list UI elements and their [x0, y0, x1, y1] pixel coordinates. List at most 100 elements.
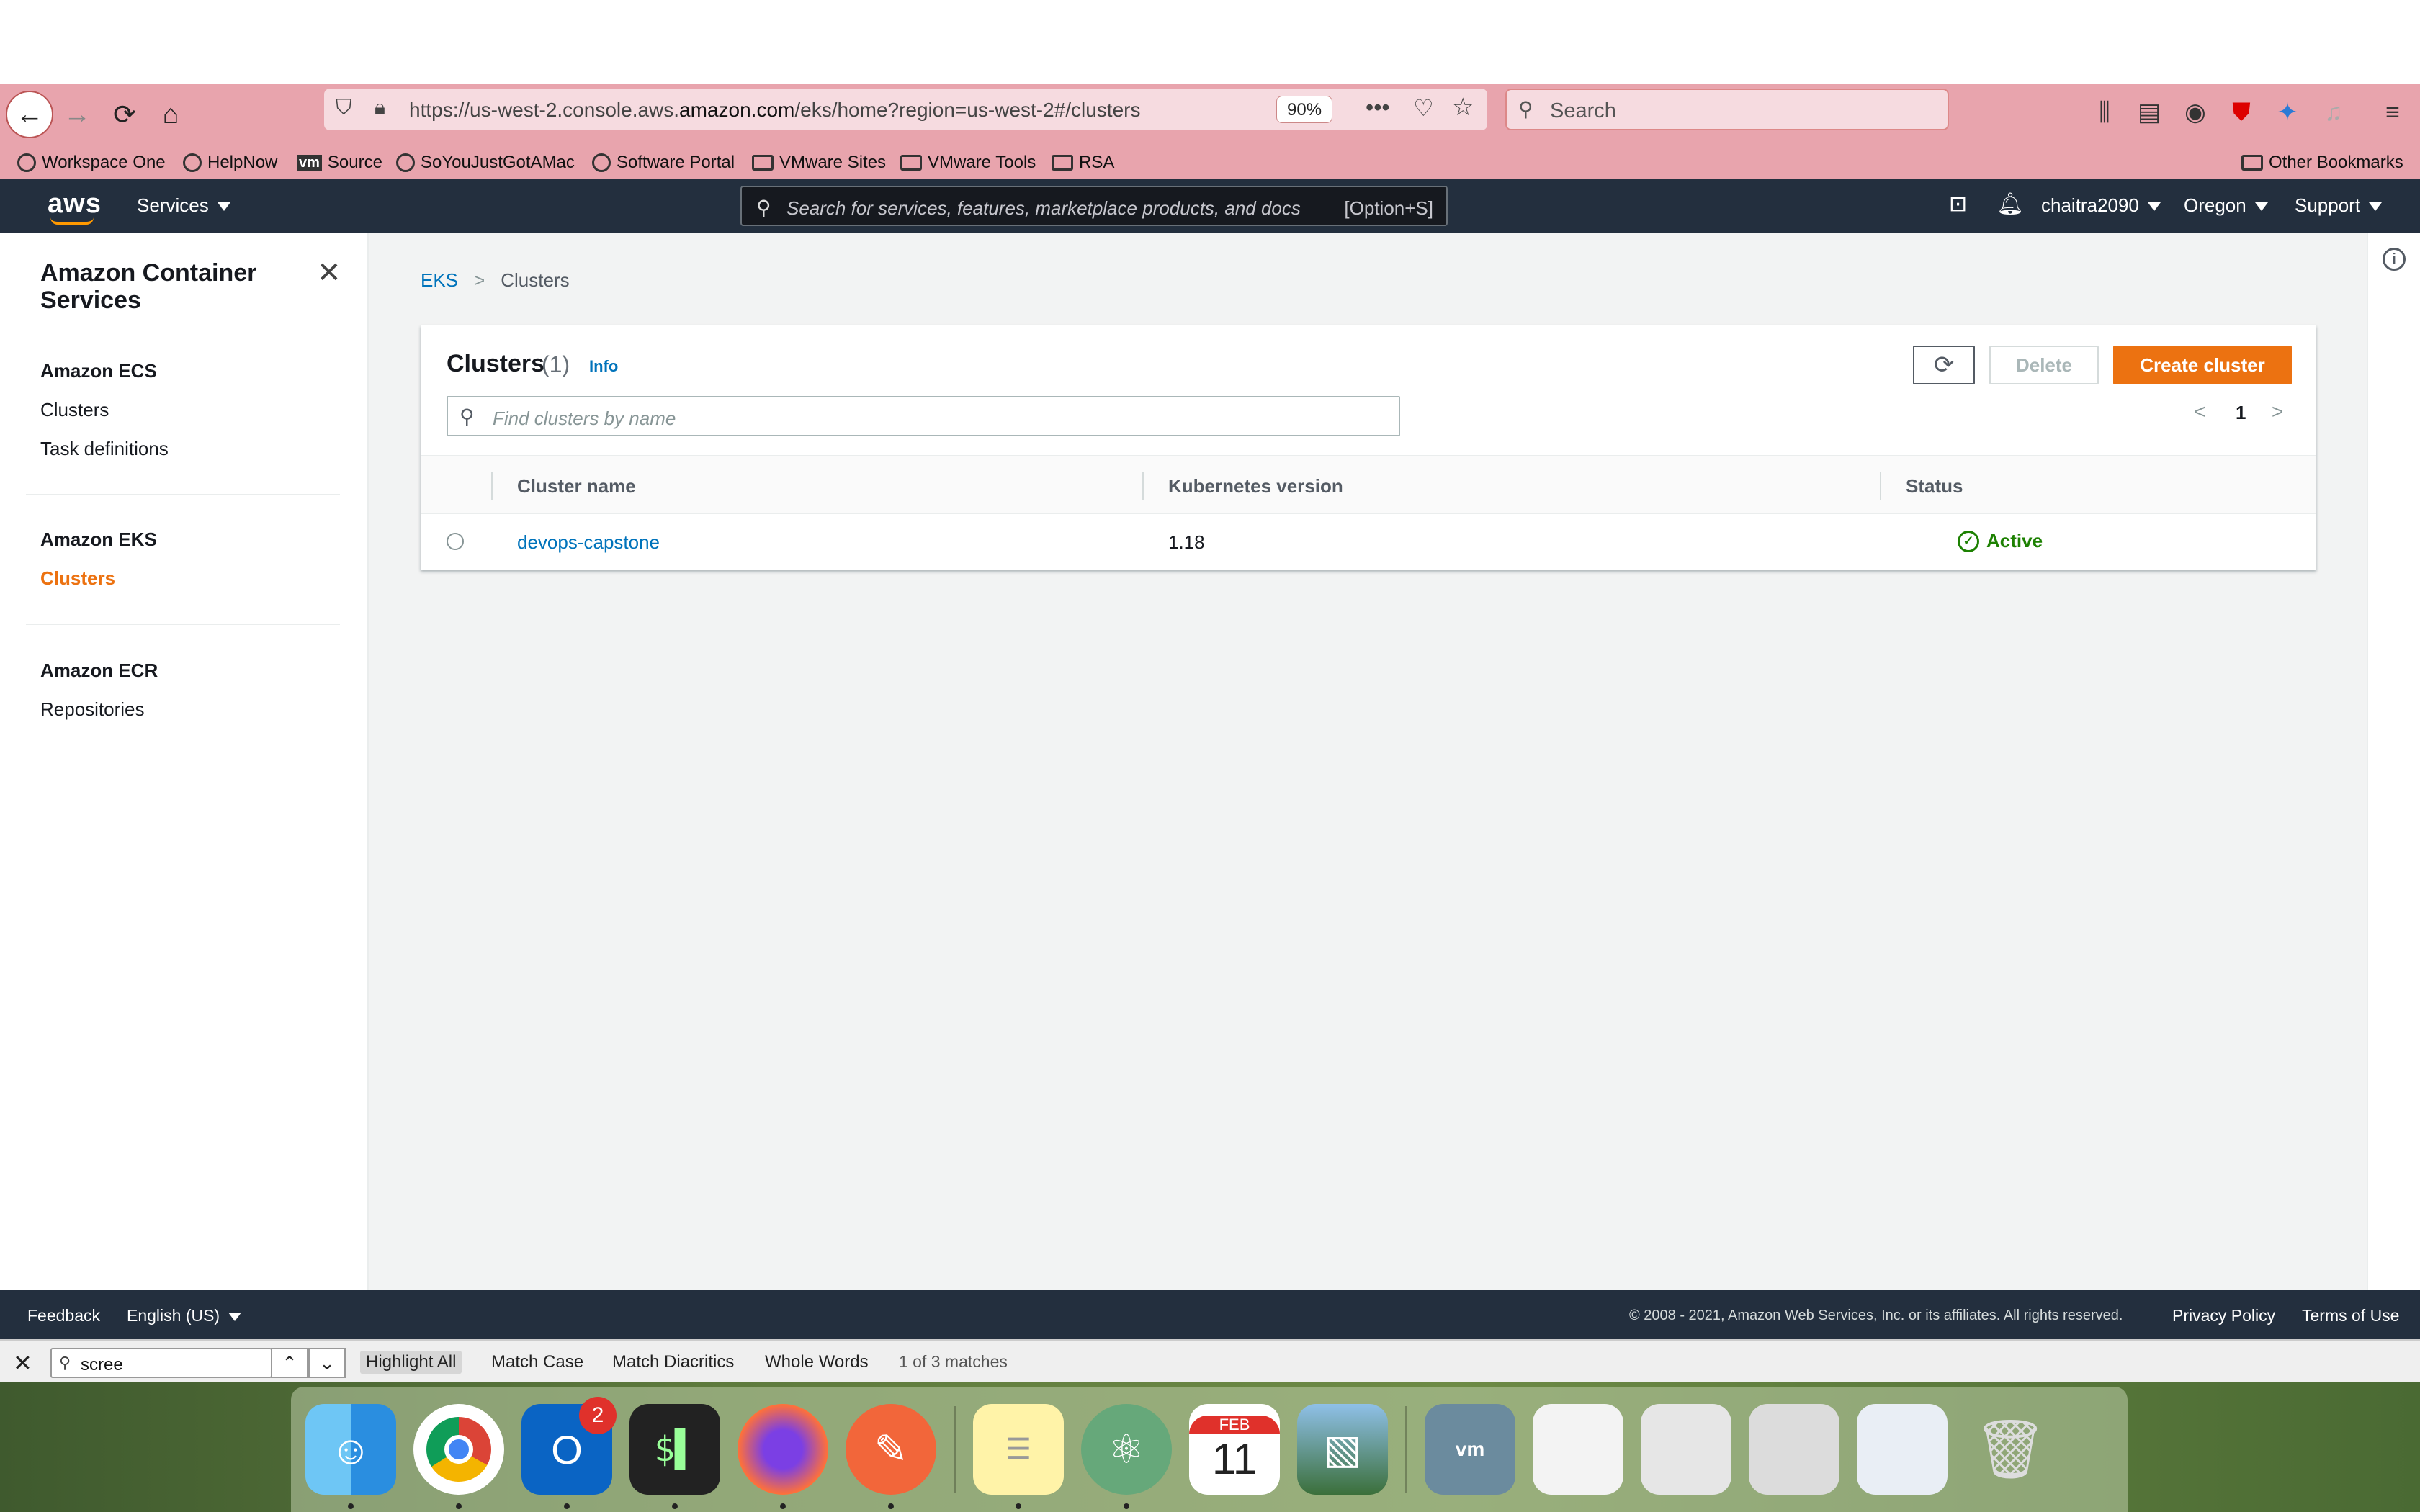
window-thumbnail-4[interactable] [1857, 1404, 1948, 1495]
music-icon[interactable]: ♫ [2315, 94, 2352, 131]
firefox-icon[interactable] [738, 1404, 828, 1509]
pocket-icon[interactable]: ♡ [1413, 94, 1434, 122]
bookmark-helpnow[interactable]: HelpNow [183, 150, 277, 176]
services-menu[interactable]: Services [137, 194, 230, 217]
chrome-icon[interactable] [413, 1404, 504, 1509]
bookmark-source[interactable]: vm Source [297, 150, 382, 176]
caret-down-icon [217, 202, 230, 212]
other-bookmarks[interactable]: Other Bookmarks [2241, 150, 2403, 176]
atom-icon[interactable]: ⚛ [1081, 1404, 1172, 1509]
lock-icon[interactable]: 🔒︎ [375, 96, 385, 120]
dock: ☺ O2 $▌ ✎ ☰ ⚛ FEB 11 ▧ vm 🗑︎ [291, 1387, 2128, 1512]
browser-search-input[interactable]: ⚲ Search [1505, 89, 1949, 130]
account-menu[interactable]: chaitra2090 [2041, 194, 2161, 217]
window-thumbnail-2[interactable] [1641, 1404, 1731, 1495]
library-icon[interactable]: ⫼ [2086, 94, 2123, 131]
caret-down-icon [228, 1312, 242, 1321]
find-input[interactable]: ⚲ scree [50, 1348, 272, 1378]
trash-icon[interactable]: 🗑︎ [1965, 1404, 2056, 1495]
cloudshell-icon[interactable]: ⊡ [1949, 192, 1967, 217]
refresh-button[interactable]: ⟳ [1913, 346, 1975, 384]
sidebar-item-repositories[interactable]: Repositories [40, 698, 145, 721]
preview-icon[interactable]: ▧ [1297, 1404, 1388, 1495]
calendar-icon[interactable]: FEB 11 [1189, 1404, 1280, 1495]
home-icon[interactable]: ⌂ [147, 91, 194, 138]
notifications-bell-icon[interactable]: 🔔︎ [1996, 192, 2024, 217]
row-select-radio[interactable] [447, 533, 464, 550]
sidebar-title: Amazon Container Services [40, 259, 257, 314]
match-diacritics-toggle[interactable]: Match Diacritics [606, 1351, 740, 1374]
extension-icon[interactable]: ✦ [2269, 94, 2306, 131]
search-placeholder: Search [1550, 99, 1616, 122]
terms-of-use-link[interactable]: Terms of Use [2302, 1306, 2399, 1326]
notes-icon[interactable]: ☰ [973, 1404, 1064, 1509]
aws-console-header: aws Services ⚲ Search for services, feat… [0, 179, 2420, 233]
match-case-toggle[interactable]: Match Case [485, 1351, 589, 1374]
support-menu[interactable]: Support [2295, 194, 2383, 217]
menu-icon[interactable]: ≡ [2374, 94, 2411, 131]
language-menu[interactable]: English (US) [127, 1306, 242, 1326]
url-bar[interactable]: ⛉ 🔒︎ https://us-west-2.console.aws.amazo… [324, 89, 1487, 130]
window-thumbnail-1[interactable] [1533, 1404, 1623, 1495]
bookmark-soyoujustgotamac[interactable]: SoYouJustGotAMac [396, 150, 575, 176]
kubernetes-version: 1.18 [1168, 531, 1205, 553]
highlight-all-toggle[interactable]: Highlight All [360, 1351, 462, 1374]
outlook-icon[interactable]: O2 [521, 1397, 617, 1509]
reload-icon[interactable]: ⟳ [101, 91, 148, 138]
sidebar-icon[interactable]: ▤ [2130, 94, 2168, 131]
delete-button[interactable]: Delete [1989, 346, 2099, 384]
vmware-folder-icon[interactable]: vm [1425, 1404, 1515, 1495]
chevron-down-icon: ⌄ [319, 1351, 335, 1374]
find-previous-button[interactable]: ⌃ [271, 1348, 308, 1378]
zoom-level[interactable]: 90% [1276, 96, 1333, 123]
cluster-filter-input[interactable]: ⚲ Find clusters by name [447, 396, 1400, 436]
extension-shield-icon[interactable]: ⛊ [2223, 94, 2260, 131]
breadcrumb-eks[interactable]: EKS [421, 269, 458, 291]
bookmark-star-icon[interactable]: ☆ [1452, 93, 1474, 122]
finder-icon[interactable]: ☺ [305, 1404, 396, 1509]
clusters-panel: Clusters (1) Info ⟳ Delete Create cluste… [421, 325, 2316, 570]
info-icon[interactable]: i [2383, 248, 2406, 271]
breadcrumb-current: Clusters [501, 269, 570, 291]
find-next-button[interactable]: ⌄ [308, 1348, 346, 1378]
sidebar-item-ecs-clusters[interactable]: Clusters [40, 399, 109, 421]
sidebar-divider [26, 624, 340, 625]
whole-words-toggle[interactable]: Whole Words [759, 1351, 874, 1374]
cluster-name-link[interactable]: devops-capstone [517, 531, 660, 554]
more-icon[interactable]: ••• [1366, 94, 1390, 121]
aws-logo[interactable]: aws [48, 189, 102, 220]
aws-console-footer: Feedback English (US) © 2008 - 2021, Ama… [0, 1290, 2420, 1339]
account-icon[interactable]: ◉ [2177, 94, 2214, 131]
search-icon: ⚲ [460, 405, 475, 428]
previous-page-icon[interactable]: < [2194, 400, 2205, 423]
sidebar-item-eks-clusters[interactable]: Clusters [40, 567, 115, 590]
window-thumbnail-3[interactable] [1749, 1404, 1839, 1495]
caret-down-icon [2254, 202, 2268, 212]
bookmark-software-portal[interactable]: Software Portal [592, 150, 735, 176]
privacy-policy-link[interactable]: Privacy Policy [2172, 1306, 2275, 1326]
forward-icon[interactable]: → [53, 91, 101, 138]
shield-icon[interactable]: ⛉ [336, 96, 352, 120]
info-link[interactable]: Info [589, 357, 618, 376]
next-page-icon[interactable]: > [2272, 400, 2283, 423]
caret-down-icon [2369, 202, 2383, 212]
bookmark-rsa[interactable]: RSA [1052, 150, 1114, 176]
column-status[interactable]: Status [1906, 475, 1963, 498]
sidebar-item-task-definitions[interactable]: Task definitions [40, 438, 169, 460]
bookmark-vmware-tools[interactable]: VMware Tools [900, 150, 1036, 176]
aws-search-input[interactable]: ⚲ Search for services, features, marketp… [740, 186, 1448, 226]
url-text[interactable]: https://us-west-2.console.aws.amazon.com… [409, 99, 1140, 122]
postman-icon[interactable]: ✎ [846, 1404, 936, 1509]
bookmark-workspace-one[interactable]: Workspace One [17, 150, 166, 176]
column-kubernetes-version[interactable]: Kubernetes version [1168, 475, 1343, 498]
create-cluster-button[interactable]: Create cluster [2113, 346, 2292, 384]
page-number[interactable]: 1 [2236, 402, 2246, 424]
terminal-icon[interactable]: $▌ [629, 1404, 720, 1509]
bookmark-vmware-sites[interactable]: VMware Sites [752, 150, 886, 176]
close-icon[interactable]: ✕ [317, 256, 341, 289]
region-menu[interactable]: Oregon [2184, 194, 2268, 217]
column-cluster-name[interactable]: Cluster name [517, 475, 636, 498]
feedback-link[interactable]: Feedback [27, 1306, 100, 1326]
back-icon[interactable]: ← [6, 91, 53, 138]
close-icon[interactable]: ✕ [13, 1349, 32, 1377]
